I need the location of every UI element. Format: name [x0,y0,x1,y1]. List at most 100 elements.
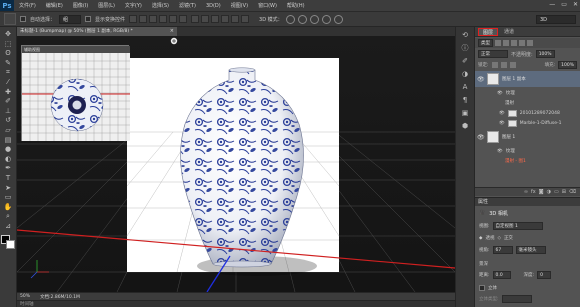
distribute-right-icon[interactable] [241,15,250,23]
minimize-button[interactable]: — [549,1,555,8]
visibility-eye-icon[interactable]: 👁 [477,76,485,83]
adjust-icon[interactable]: ◑ [547,189,551,195]
history-icon[interactable]: ⟲ [460,31,470,39]
perspective-label[interactable]: 透视 [485,235,494,241]
texture-file-row[interactable]: 👁 Marble-1-Diffuse-1 [475,118,580,128]
pen-tool-icon[interactable]: ✒ [3,164,13,173]
filter-type-icon[interactable] [511,40,517,46]
lock-all-icon[interactable] [509,61,516,68]
orthographic-label[interactable]: 正交 [504,235,513,241]
align-bottom-icon[interactable] [149,15,158,23]
menu-window[interactable]: 窗口(W) [253,2,282,9]
align-top-icon[interactable] [129,15,138,23]
trash-icon[interactable]: ⌫ [569,189,576,195]
info-icon[interactable]: ⓘ [460,44,470,52]
fx-icon[interactable]: fx [531,189,536,195]
slide-icon[interactable] [321,14,331,24]
hand-tool-icon[interactable]: ✋ [3,203,13,212]
eye-icon[interactable]: 👁 [499,121,505,126]
crop-tool-icon[interactable]: ⌗ [3,68,13,77]
zoom-level[interactable]: 50% [20,294,30,299]
view-select[interactable]: 自定视图 1 [492,222,543,230]
brush-panel-icon[interactable]: ✐ [460,57,470,65]
menu-layer[interactable]: 图层(L) [93,2,120,9]
menu-help[interactable]: 帮助(H) [282,2,310,9]
distribute-bottom-icon[interactable] [211,15,220,23]
adjust-panel-icon[interactable]: ◑ [460,70,470,78]
align-left-icon[interactable] [159,15,168,23]
workspace-dropdown[interactable]: 3D [536,15,576,24]
close-window-button[interactable]: ✕ [573,1,578,8]
align-vcenter-icon[interactable] [139,15,148,23]
document-tab[interactable]: 未标题-1 (Bumpmap) @ 50% (图层 1 副本, RGB/8) *… [17,27,177,36]
dodge-tool-icon[interactable]: ◐ [3,155,13,164]
shape-tool-icon[interactable]: ▭ [3,193,13,202]
distribute-top-icon[interactable] [191,15,200,23]
auto-select-dropdown[interactable]: 组 [59,14,82,24]
lens-select[interactable]: 毫米镜头 [515,246,546,254]
menu-view[interactable]: 视图(V) [226,2,253,9]
properties-dock-icon[interactable]: ▣ [460,109,470,117]
zoom-tool-icon[interactable]: ⌕ [3,212,13,221]
blur-tool-icon[interactable]: ● [3,145,13,154]
quick-select-tool-icon[interactable]: ✎ [3,59,13,68]
distribute-left-icon[interactable] [221,15,230,23]
filter-adjust-icon[interactable] [503,40,509,46]
type-tool-icon[interactable]: T [3,174,13,183]
mask-icon[interactable]: ◙ [539,189,544,195]
timeline-tab[interactable]: 时间轴 [17,300,455,307]
show-transform-checkbox[interactable] [85,16,92,22]
tab-channels[interactable]: 通道 [500,28,518,36]
close-doc-icon[interactable]: × [170,27,174,36]
3d-panel-icon[interactable]: ⬢ [460,122,470,130]
marquee-tool-icon[interactable]: ⬚ [3,40,13,49]
folder-icon[interactable]: ▭ [554,189,559,195]
opacity-field[interactable]: 100% [535,50,555,58]
lock-position-icon[interactable] [500,61,507,68]
stereo-type-select[interactable] [501,295,532,303]
eraser-tool-icon[interactable]: ▱ [3,126,13,135]
eye-icon[interactable]: 👁 [499,111,505,116]
stamp-tool-icon[interactable]: ⊥ [3,107,13,116]
eyedropper-tool-icon[interactable]: ⁄ [3,78,13,87]
texture-file-row[interactable]: 👁 20101289072048 [475,108,580,118]
auto-select-checkbox[interactable] [20,16,26,22]
path-select-tool-icon[interactable]: ➤ [3,184,13,193]
secondary-view-panel[interactable]: 辅助视图 [21,45,130,141]
tool-preset-picker[interactable] [4,13,16,25]
pan-icon[interactable] [309,14,319,24]
texture-row[interactable]: 👁 纹理 [475,88,580,98]
menu-image[interactable]: 图像(I) [68,2,93,9]
layer-kind-filter[interactable]: 类型 [478,39,493,47]
light-icon[interactable] [170,37,178,45]
lock-pixels-icon[interactable] [491,61,498,68]
brush-tool-icon[interactable]: ✐ [3,97,13,106]
distance-field[interactable]: 0.0 [492,271,511,279]
orthographic-icon[interactable]: ◇ [497,236,500,241]
stereo-checkbox[interactable] [479,285,485,291]
lasso-tool-icon[interactable]: ʘ [3,49,13,58]
link-icon[interactable]: ∞ [524,189,528,195]
background-color-swatch[interactable] [6,240,15,250]
history-brush-tool-icon[interactable]: ↺ [3,116,13,125]
roll-icon[interactable] [297,14,307,24]
paragraph-icon[interactable]: ¶ [460,96,470,104]
distribute-hcenter-icon[interactable] [231,15,240,23]
filter-pixel-icon[interactable] [495,40,501,46]
depth-field[interactable]: 0 [537,271,552,279]
new-layer-icon[interactable]: ⊞ [562,189,566,195]
align-right-icon[interactable] [179,15,188,23]
menu-edit[interactable]: 编辑(E) [41,2,68,9]
layer-row[interactable]: 👁 图层 1 副本 [475,71,580,87]
visibility-eye-icon[interactable]: 👁 [477,134,485,141]
move-tool-icon[interactable]: ✥ [3,30,13,39]
doc-info[interactable]: 文档:2.86M/10.1M [40,294,80,300]
eye-icon[interactable]: 👁 [497,91,503,96]
scale-icon[interactable] [333,14,343,24]
tab-layers[interactable]: 图层 [478,28,499,36]
perspective-icon[interactable]: ◆ [479,236,482,241]
restore-button[interactable]: ▭ [561,1,567,8]
menu-select[interactable]: 选择(S) [147,2,174,9]
menu-3d[interactable]: 3D(D) [201,3,226,9]
menu-file[interactable]: 文件(F) [14,2,41,9]
